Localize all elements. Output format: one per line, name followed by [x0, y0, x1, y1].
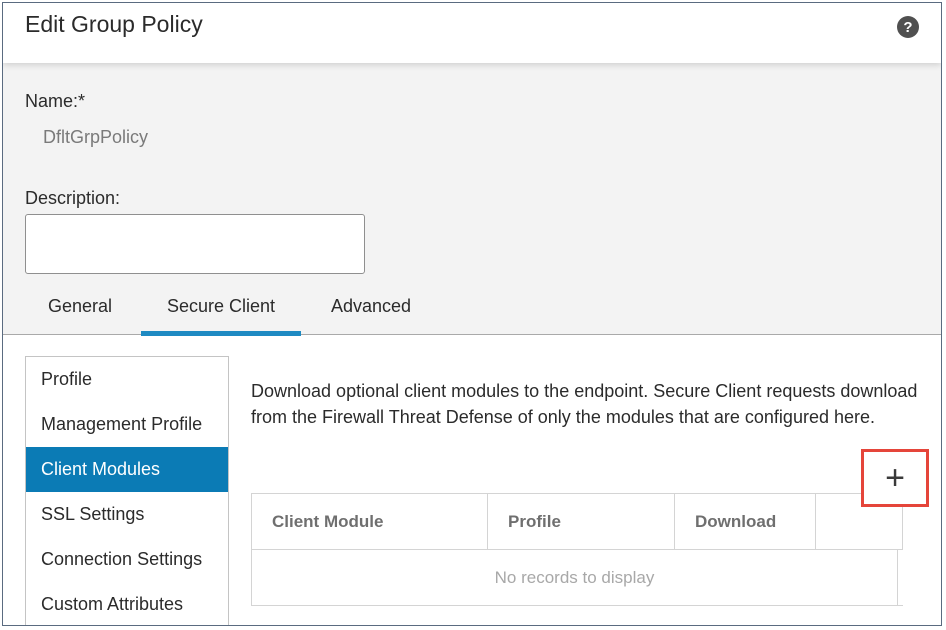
name-value: DfltGrpPolicy	[43, 127, 149, 147]
client-modules-table: Client Module Profile Download No record…	[251, 493, 903, 606]
side-nav-item-profile[interactable]: Profile	[26, 357, 228, 402]
side-nav-item-ssl-settings[interactable]: SSL Settings	[26, 492, 228, 537]
dialog-header: Edit Group Policy ?	[3, 3, 941, 63]
side-nav-item-client-modules[interactable]: Client Modules	[26, 447, 228, 492]
column-header-profile[interactable]: Profile	[488, 494, 675, 550]
column-header-client-module[interactable]: Client Module	[252, 494, 488, 550]
tab-secure-client[interactable]: Secure Client	[141, 296, 301, 336]
tab-advanced-label: Advanced	[330, 296, 412, 316]
add-client-module-button[interactable]: +	[861, 449, 929, 507]
policy-form: Name:* DfltGrpPolicy Description: Genera…	[3, 63, 941, 336]
column-header-download[interactable]: Download	[675, 494, 816, 550]
side-nav-item-connection-settings[interactable]: Connection Settings	[26, 537, 228, 582]
side-nav-item-management-profile[interactable]: Management Profile	[26, 402, 228, 447]
dialog-title: Edit Group Policy	[25, 11, 203, 37]
plus-icon: +	[885, 458, 905, 497]
tab-advanced[interactable]: Advanced	[313, 296, 429, 335]
help-icon[interactable]: ?	[897, 16, 919, 38]
name-label: Name:*	[25, 91, 86, 111]
description-label: Description:	[25, 188, 121, 208]
side-nav-item-custom-attributes[interactable]: Custom Attributes	[26, 582, 228, 625]
secure-client-panel: Profile Management Profile Client Module…	[3, 336, 941, 625]
client-modules-description: Download optional client modules to the …	[251, 381, 918, 427]
tab-general[interactable]: General	[25, 296, 135, 335]
edit-group-policy-dialog: Edit Group Policy ? Name:* DfltGrpPolicy…	[2, 2, 942, 626]
table-header: Client Module Profile Download	[252, 494, 903, 550]
tab-secure-client-label: Secure Client	[166, 296, 276, 316]
description-input[interactable]	[25, 214, 365, 274]
tab-general-label: General	[47, 296, 113, 316]
table-empty-message: No records to display	[252, 550, 898, 606]
side-nav: Profile Management Profile Client Module…	[25, 356, 229, 625]
